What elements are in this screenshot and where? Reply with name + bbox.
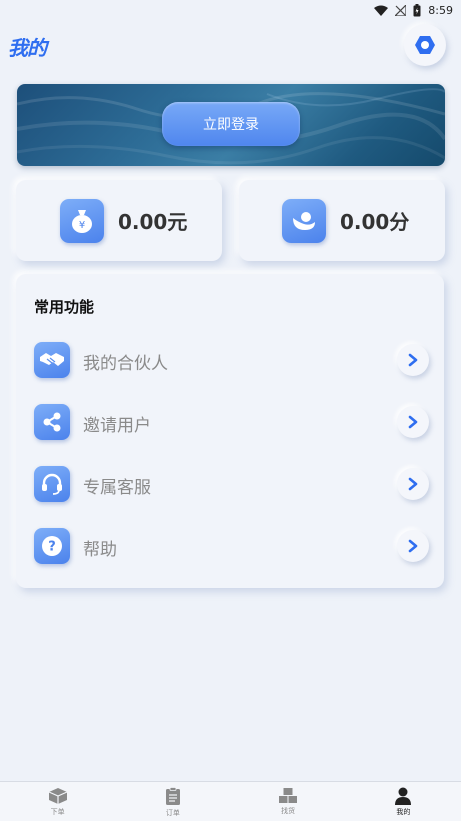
signal-icon — [395, 4, 407, 16]
clipboard-icon — [165, 787, 180, 805]
nav-label: 找货 — [281, 807, 296, 815]
balance-card-money[interactable]: ¥ 0.00元 — [16, 180, 222, 261]
nav-label: 订单 — [165, 809, 180, 817]
goods-icon — [279, 788, 298, 803]
settings-icon — [415, 36, 435, 54]
nav-item-find-goods[interactable]: 找货 — [231, 782, 346, 821]
handshake-icon — [34, 342, 70, 378]
login-banner: 立即登录 — [17, 84, 445, 166]
chevron-right-icon[interactable] — [397, 530, 429, 562]
function-label: 邀请用户 — [83, 416, 151, 436]
money-bag-icon: ¥ — [60, 198, 104, 243]
question-icon: ? — [34, 528, 70, 564]
status-time: 8:59 — [428, 3, 453, 17]
wifi-icon — [374, 5, 389, 16]
nav-item-orders[interactable]: 订单 — [115, 782, 230, 821]
box-icon — [48, 788, 67, 804]
nav-label: 下单 — [50, 808, 65, 816]
battery-icon — [413, 3, 421, 16]
page-title: 我的 — [8, 36, 47, 60]
settings-button[interactable] — [404, 24, 446, 66]
svg-text:?: ? — [48, 540, 56, 555]
login-button[interactable]: 立即登录 — [162, 102, 300, 146]
headset-icon — [34, 466, 70, 502]
nav-item-order[interactable]: 下单 — [0, 782, 115, 821]
panel-title: 常用功能 — [34, 298, 95, 316]
function-item-customer-service[interactable]: 专属客服 — [16, 460, 444, 508]
points-icon — [282, 198, 326, 243]
nav-label: 我的 — [396, 808, 411, 816]
function-label: 我的合伙人 — [83, 354, 168, 374]
points-balance: 0.00分 — [340, 210, 410, 234]
balance-card-points[interactable]: 0.00分 — [239, 180, 445, 261]
common-functions-panel: 常用功能 我的合伙人 邀请用户 专属客服 ? 帮助 — [16, 274, 444, 588]
bottom-navigation: 下单 订单 找货 我的 — [0, 781, 461, 821]
chevron-right-icon[interactable] — [397, 468, 429, 500]
chevron-right-icon[interactable] — [397, 344, 429, 376]
person-icon — [395, 787, 412, 805]
function-item-partner[interactable]: 我的合伙人 — [16, 336, 444, 384]
function-item-invite[interactable]: 邀请用户 — [16, 398, 444, 446]
money-balance: 0.00元 — [118, 210, 188, 234]
svg-text:¥: ¥ — [79, 220, 85, 231]
function-label: 帮助 — [83, 540, 117, 560]
status-bar: 8:59 — [0, 0, 461, 20]
share-icon — [34, 404, 70, 440]
chevron-right-icon[interactable] — [397, 406, 429, 438]
function-item-help[interactable]: ? 帮助 — [16, 522, 444, 570]
function-label: 专属客服 — [83, 478, 151, 498]
nav-item-mine[interactable]: 我的 — [346, 782, 461, 821]
